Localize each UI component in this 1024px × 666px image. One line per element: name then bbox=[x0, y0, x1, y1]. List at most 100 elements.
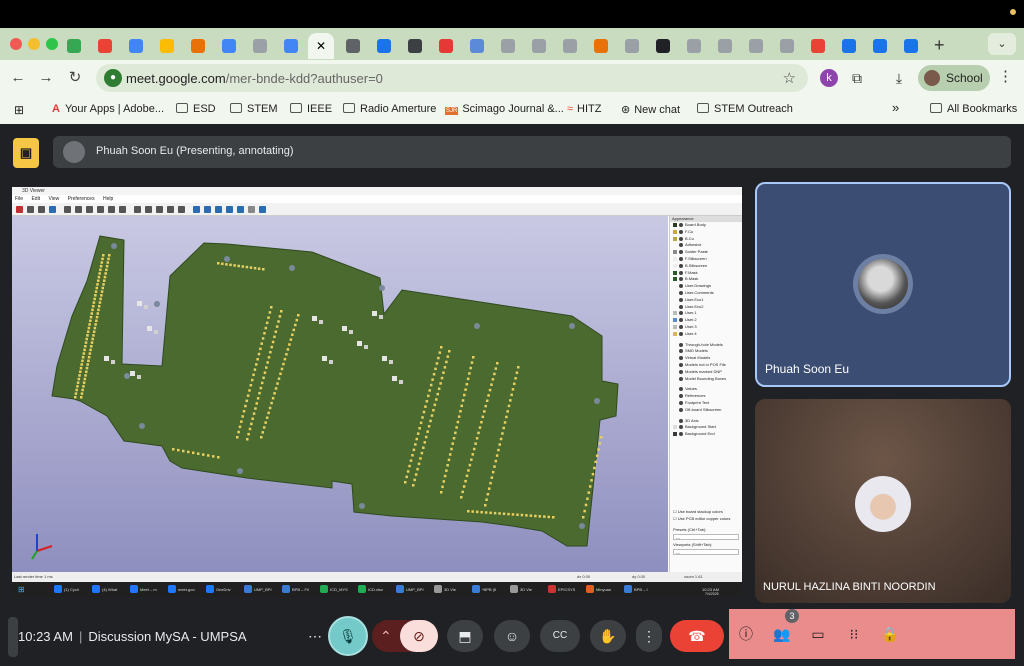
browser-tab[interactable] bbox=[339, 33, 367, 59]
browser-tab[interactable] bbox=[525, 33, 553, 59]
visibility-eye-icon[interactable] bbox=[679, 331, 683, 336]
appearance-row[interactable]: F.Mask bbox=[670, 270, 742, 277]
appearance-row[interactable]: B.Silkscreen bbox=[670, 263, 742, 270]
visibility-eye-icon[interactable] bbox=[679, 256, 683, 261]
visibility-eye-icon[interactable] bbox=[679, 236, 683, 241]
visibility-eye-icon[interactable] bbox=[679, 418, 683, 423]
bookmark-item[interactable]: STEM bbox=[230, 103, 278, 115]
browser-tab[interactable] bbox=[804, 33, 832, 59]
visibility-eye-icon[interactable] bbox=[679, 277, 683, 282]
appearance-row[interactable]: User.Drawings bbox=[670, 283, 742, 290]
visibility-eye-icon[interactable] bbox=[679, 387, 683, 392]
toolbar-icon[interactable] bbox=[16, 206, 23, 213]
browser-tab[interactable] bbox=[401, 33, 429, 59]
browser-tab[interactable] bbox=[215, 33, 243, 59]
appearance-row[interactable]: Models marked DNP bbox=[670, 369, 742, 376]
visibility-eye-icon[interactable] bbox=[679, 400, 683, 405]
browser-tab[interactable] bbox=[184, 33, 212, 59]
browser-tab[interactable] bbox=[91, 33, 119, 59]
appearance-row[interactable]: Off-board Silkscreen bbox=[670, 407, 742, 414]
appearance-row[interactable]: References bbox=[670, 393, 742, 400]
forward-button[interactable]: → bbox=[35, 67, 57, 89]
toolbar-icon[interactable] bbox=[119, 206, 126, 213]
visibility-eye-icon[interactable] bbox=[679, 369, 683, 374]
appearance-row[interactable]: SMD Models bbox=[670, 348, 742, 355]
bookmark-item[interactable]: STEM Outreach bbox=[697, 103, 793, 115]
participant-tile-nurul[interactable]: NURUL HAZLINA BINTI NOORDIN bbox=[755, 399, 1011, 603]
browser-tab[interactable] bbox=[649, 33, 677, 59]
windows-start-icon[interactable]: ⊞ bbox=[18, 585, 25, 594]
visibility-eye-icon[interactable] bbox=[679, 432, 683, 437]
bookmark-item[interactable]: SJR Scimago Journal &... bbox=[445, 103, 564, 115]
reload-button[interactable]: ↻ bbox=[64, 67, 86, 89]
visibility-eye-icon[interactable] bbox=[679, 425, 683, 430]
toolbar-icon[interactable] bbox=[193, 206, 200, 213]
toolbar-icon[interactable] bbox=[75, 206, 82, 213]
bookmark-item[interactable]: ⊛ New chat bbox=[621, 103, 680, 116]
visibility-eye-icon[interactable] bbox=[679, 263, 683, 268]
extensions-puzzle-icon[interactable]: ⧉ bbox=[846, 67, 868, 89]
browser-tab[interactable] bbox=[897, 33, 925, 59]
bookmark-item[interactable]: ESD bbox=[176, 103, 216, 115]
toolbar-icon[interactable] bbox=[49, 206, 56, 213]
taskbar-app-icon[interactable] bbox=[244, 585, 252, 593]
menu-view[interactable]: View bbox=[48, 196, 59, 202]
appearance-row[interactable]: F.Silkscreen bbox=[670, 256, 742, 263]
stop-presenting-icon[interactable]: ▣ bbox=[13, 138, 39, 168]
toolbar-icon[interactable] bbox=[178, 206, 185, 213]
toolbar-icon[interactable] bbox=[38, 206, 45, 213]
toolbar-icon[interactable] bbox=[27, 206, 34, 213]
visibility-eye-icon[interactable] bbox=[679, 394, 683, 399]
chevron-up-icon[interactable]: ⌃ bbox=[380, 620, 392, 652]
browser-tab[interactable] bbox=[742, 33, 770, 59]
appearance-row[interactable]: Adhesive bbox=[670, 242, 742, 249]
appearance-row[interactable]: User.1 bbox=[670, 310, 742, 317]
toolbar-icon[interactable] bbox=[145, 206, 152, 213]
bookmark-star-icon[interactable]: ☆ bbox=[783, 69, 796, 87]
toolbar-icon[interactable] bbox=[64, 206, 71, 213]
more-options-icon[interactable]: ⋮ bbox=[636, 620, 662, 652]
browser-menu-icon[interactable]: ⋮ bbox=[998, 67, 1013, 85]
emoji-reactions-button[interactable]: ☺ bbox=[494, 620, 530, 652]
menu-edit[interactable]: Edit bbox=[31, 196, 40, 202]
browser-tab[interactable] bbox=[587, 33, 615, 59]
toolbar-icon[interactable] bbox=[259, 206, 266, 213]
appearance-row[interactable]: User.Eco1 bbox=[670, 297, 742, 304]
browser-tab[interactable] bbox=[246, 33, 274, 59]
raise-hand-button[interactable]: ✋ bbox=[590, 620, 626, 652]
visibility-eye-icon[interactable] bbox=[679, 297, 683, 302]
visibility-eye-icon[interactable] bbox=[679, 290, 683, 295]
appearance-row[interactable]: Background Start bbox=[670, 424, 742, 431]
taskbar-app-icon[interactable] bbox=[434, 585, 442, 593]
browser-tab[interactable] bbox=[711, 33, 739, 59]
toolbar-icon[interactable] bbox=[134, 206, 141, 213]
toolbar-icon[interactable] bbox=[97, 206, 104, 213]
appearance-row[interactable]: Through-hole Models bbox=[670, 342, 742, 349]
browser-tab[interactable] bbox=[153, 33, 181, 59]
option-stackup-colors[interactable]: ☐ Use board stackup colors bbox=[670, 508, 742, 515]
browser-tab[interactable] bbox=[60, 33, 88, 59]
profile-button[interactable]: School bbox=[918, 65, 990, 91]
download-icon[interactable]: ⤓ bbox=[888, 67, 910, 89]
visibility-eye-icon[interactable] bbox=[679, 304, 683, 309]
bookmark-item[interactable]: Radio Amerture bbox=[343, 103, 436, 115]
taskbar-app-icon[interactable] bbox=[320, 585, 328, 593]
minimize-window-button[interactable] bbox=[28, 38, 40, 50]
participant-tile-phuah[interactable]: Phuah Soon Eu bbox=[755, 182, 1011, 387]
browser-tab[interactable] bbox=[773, 33, 801, 59]
taskbar-app-icon[interactable] bbox=[206, 585, 214, 593]
visibility-eye-icon[interactable] bbox=[679, 362, 683, 367]
appearance-row[interactable]: Solder Paste bbox=[670, 249, 742, 256]
toolbar-icon[interactable] bbox=[156, 206, 163, 213]
visibility-eye-icon[interactable] bbox=[679, 318, 683, 323]
appearance-row[interactable]: User.4 bbox=[670, 331, 742, 338]
extension-k-icon[interactable]: k bbox=[820, 69, 838, 87]
taskbar-app-icon[interactable] bbox=[586, 585, 594, 593]
more-bookmarks-icon[interactable]: » bbox=[892, 100, 899, 115]
apps-grid-icon[interactable]: ⊞ bbox=[14, 103, 24, 117]
side-handle[interactable] bbox=[8, 617, 18, 657]
toolbar-icon[interactable] bbox=[167, 206, 174, 213]
visibility-eye-icon[interactable] bbox=[679, 342, 683, 347]
appearance-row[interactable]: B.Cu bbox=[670, 236, 742, 243]
camera-off-button[interactable]: ⊘ bbox=[400, 620, 438, 652]
